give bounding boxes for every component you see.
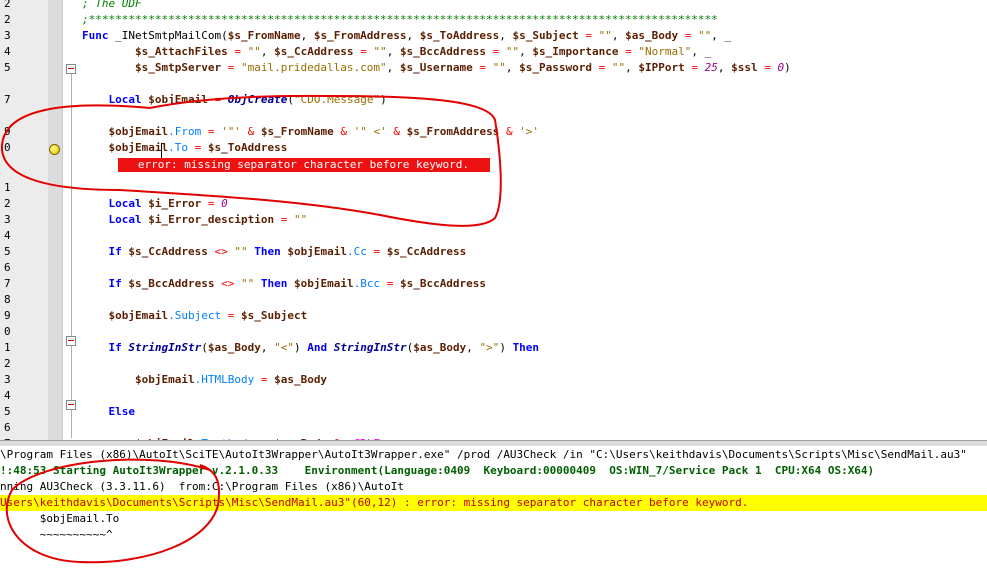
- code-line[interactable]: 0 $objEmail.To = $s_ToAddress: [0, 140, 987, 156]
- line-number: 0: [4, 325, 11, 338]
- fold-toggle-icon[interactable]: [66, 336, 76, 346]
- line-number: 5: [4, 405, 11, 418]
- line-number: 6: [4, 421, 11, 434]
- code-text[interactable]: Local $i_Error_desciption = "": [82, 212, 308, 228]
- code-line[interactable]: 1 If StringInStr($as_Body, "<") And Stri…: [0, 340, 987, 356]
- line-number: 9: [4, 309, 11, 322]
- output-line: Users\keithdavis\Documents\Scripts\Misc\…: [0, 495, 987, 511]
- line-number: 4: [4, 45, 11, 58]
- line-number: 2: [4, 13, 11, 26]
- code-text[interactable]: Local $objEmail = ObjCreate("CDO.Message…: [82, 92, 387, 108]
- code-text[interactable]: ; The UDF: [82, 0, 142, 12]
- fold-toggle-icon[interactable]: [66, 400, 76, 410]
- code-text[interactable]: $s_AttachFiles = "", $s_CcAddress = "", …: [82, 44, 711, 60]
- line-number: 6: [4, 261, 11, 274]
- line-number: 3: [4, 213, 11, 226]
- code-line[interactable]: [0, 76, 987, 92]
- code-text[interactable]: If $s_BccAddress <> "" Then $objEmail.Bc…: [82, 276, 487, 292]
- code-text[interactable]: $s_SmtpServer = "mail.pridedallas.com", …: [82, 60, 791, 76]
- error-marker-icon: [49, 144, 60, 155]
- code-text[interactable]: Else: [82, 404, 136, 420]
- code-text[interactable]: If StringInStr($as_Body, "<") And String…: [82, 340, 540, 356]
- line-number: 8: [4, 293, 11, 306]
- line-number: 4: [4, 389, 11, 402]
- line-number: 3: [4, 29, 11, 42]
- text-caret: [161, 143, 162, 158]
- inline-error-annotation: error: missing separator character befor…: [118, 158, 490, 172]
- line-number: 4: [4, 229, 11, 242]
- code-text[interactable]: ;***************************************…: [82, 12, 718, 28]
- line-number: 0: [4, 141, 11, 154]
- output-line: nning AU3Check (3.3.11.6) from:C:\Progra…: [0, 480, 404, 493]
- code-line[interactable]: 2 Local $i_Error = 0: [0, 196, 987, 212]
- code-line[interactable]: [0, 108, 987, 124]
- code-text[interactable]: $objEmail.To = $s_ToAddress: [82, 140, 288, 156]
- code-line[interactable]: 5 Else: [0, 404, 987, 420]
- code-line[interactable]: 7 If $s_BccAddress <> "" Then $objEmail.…: [0, 276, 987, 292]
- code-line[interactable]: 7 Local $objEmail = ObjCreate("CDO.Messa…: [0, 92, 987, 108]
- code-text[interactable]: $objEmail.Subject = $s_Subject: [82, 308, 308, 324]
- code-line[interactable]: 1: [0, 180, 987, 196]
- output-line: ~~~~~~~~~~^: [0, 528, 113, 541]
- line-number: 5: [4, 245, 11, 258]
- code-line[interactable]: 3 $objEmail.HTMLBody = $as_Body: [0, 372, 987, 388]
- code-text[interactable]: $objEmail.From = '"' & $s_FromName & '" …: [82, 124, 540, 140]
- code-line[interactable]: 4: [0, 388, 987, 404]
- code-line[interactable]: 2 ;**************************************…: [0, 12, 987, 28]
- fold-toggle-icon[interactable]: [66, 64, 76, 74]
- line-number: 9: [4, 125, 11, 138]
- output-pane[interactable]: \Program Files (x86)\AutoIt\SciTE\AutoIt…: [0, 446, 987, 568]
- code-line[interactable]: 2: [0, 356, 987, 372]
- line-number: 3: [4, 373, 11, 386]
- code-line[interactable]: 4 $s_AttachFiles = "", $s_CcAddress = ""…: [0, 44, 987, 60]
- line-number: 2: [4, 197, 11, 210]
- code-line[interactable]: 3 Local $i_Error_desciption = "": [0, 212, 987, 228]
- code-line[interactable]: 4: [0, 228, 987, 244]
- output-line: \Program Files (x86)\AutoIt\SciTE\AutoIt…: [0, 448, 967, 461]
- code-line[interactable]: 5 $s_SmtpServer = "mail.pridedallas.com"…: [0, 60, 987, 76]
- code-editor[interactable]: 2 ; The UDF 2 ;****************************…: [0, 0, 987, 440]
- line-number: 2: [4, 0, 11, 10]
- output-line: $objEmail.To: [0, 512, 120, 525]
- line-number: 1: [4, 181, 11, 194]
- code-text[interactable]: $objEmail.HTMLBody = $as_Body: [82, 372, 327, 388]
- code-text[interactable]: If $s_CcAddress <> "" Then $objEmail.Cc …: [82, 244, 467, 260]
- line-number: 7: [4, 277, 11, 290]
- code-line[interactable]: 2 ; The UDF: [0, 0, 987, 12]
- code-line[interactable]: 3 Func _INetSmtpMailCom($s_FromName, $s_F…: [0, 28, 987, 44]
- code-line[interactable]: 9 $objEmail.From = '"' & $s_FromName & '…: [0, 124, 987, 140]
- code-line[interactable]: 0: [0, 324, 987, 340]
- code-line[interactable]: 8: [0, 292, 987, 308]
- line-number: 2: [4, 357, 11, 370]
- code-text[interactable]: Local $i_Error = 0: [82, 196, 228, 212]
- code-text[interactable]: Func _INetSmtpMailCom($s_FromName, $s_Fr…: [82, 28, 731, 44]
- code-line[interactable]: 5 If $s_CcAddress <> "" Then $objEmail.C…: [0, 244, 987, 260]
- fold-guide: [71, 74, 72, 438]
- output-line: !:48:53 Starting AutoIt3Wrapper v.2.1.0.…: [0, 464, 875, 477]
- line-number: 7: [4, 93, 11, 106]
- line-number: 1: [4, 341, 11, 354]
- line-number: 5: [4, 61, 11, 74]
- code-line[interactable]: 6: [0, 260, 987, 276]
- code-line[interactable]: 6: [0, 420, 987, 436]
- code-line[interactable]: 9 $objEmail.Subject = $s_Subject: [0, 308, 987, 324]
